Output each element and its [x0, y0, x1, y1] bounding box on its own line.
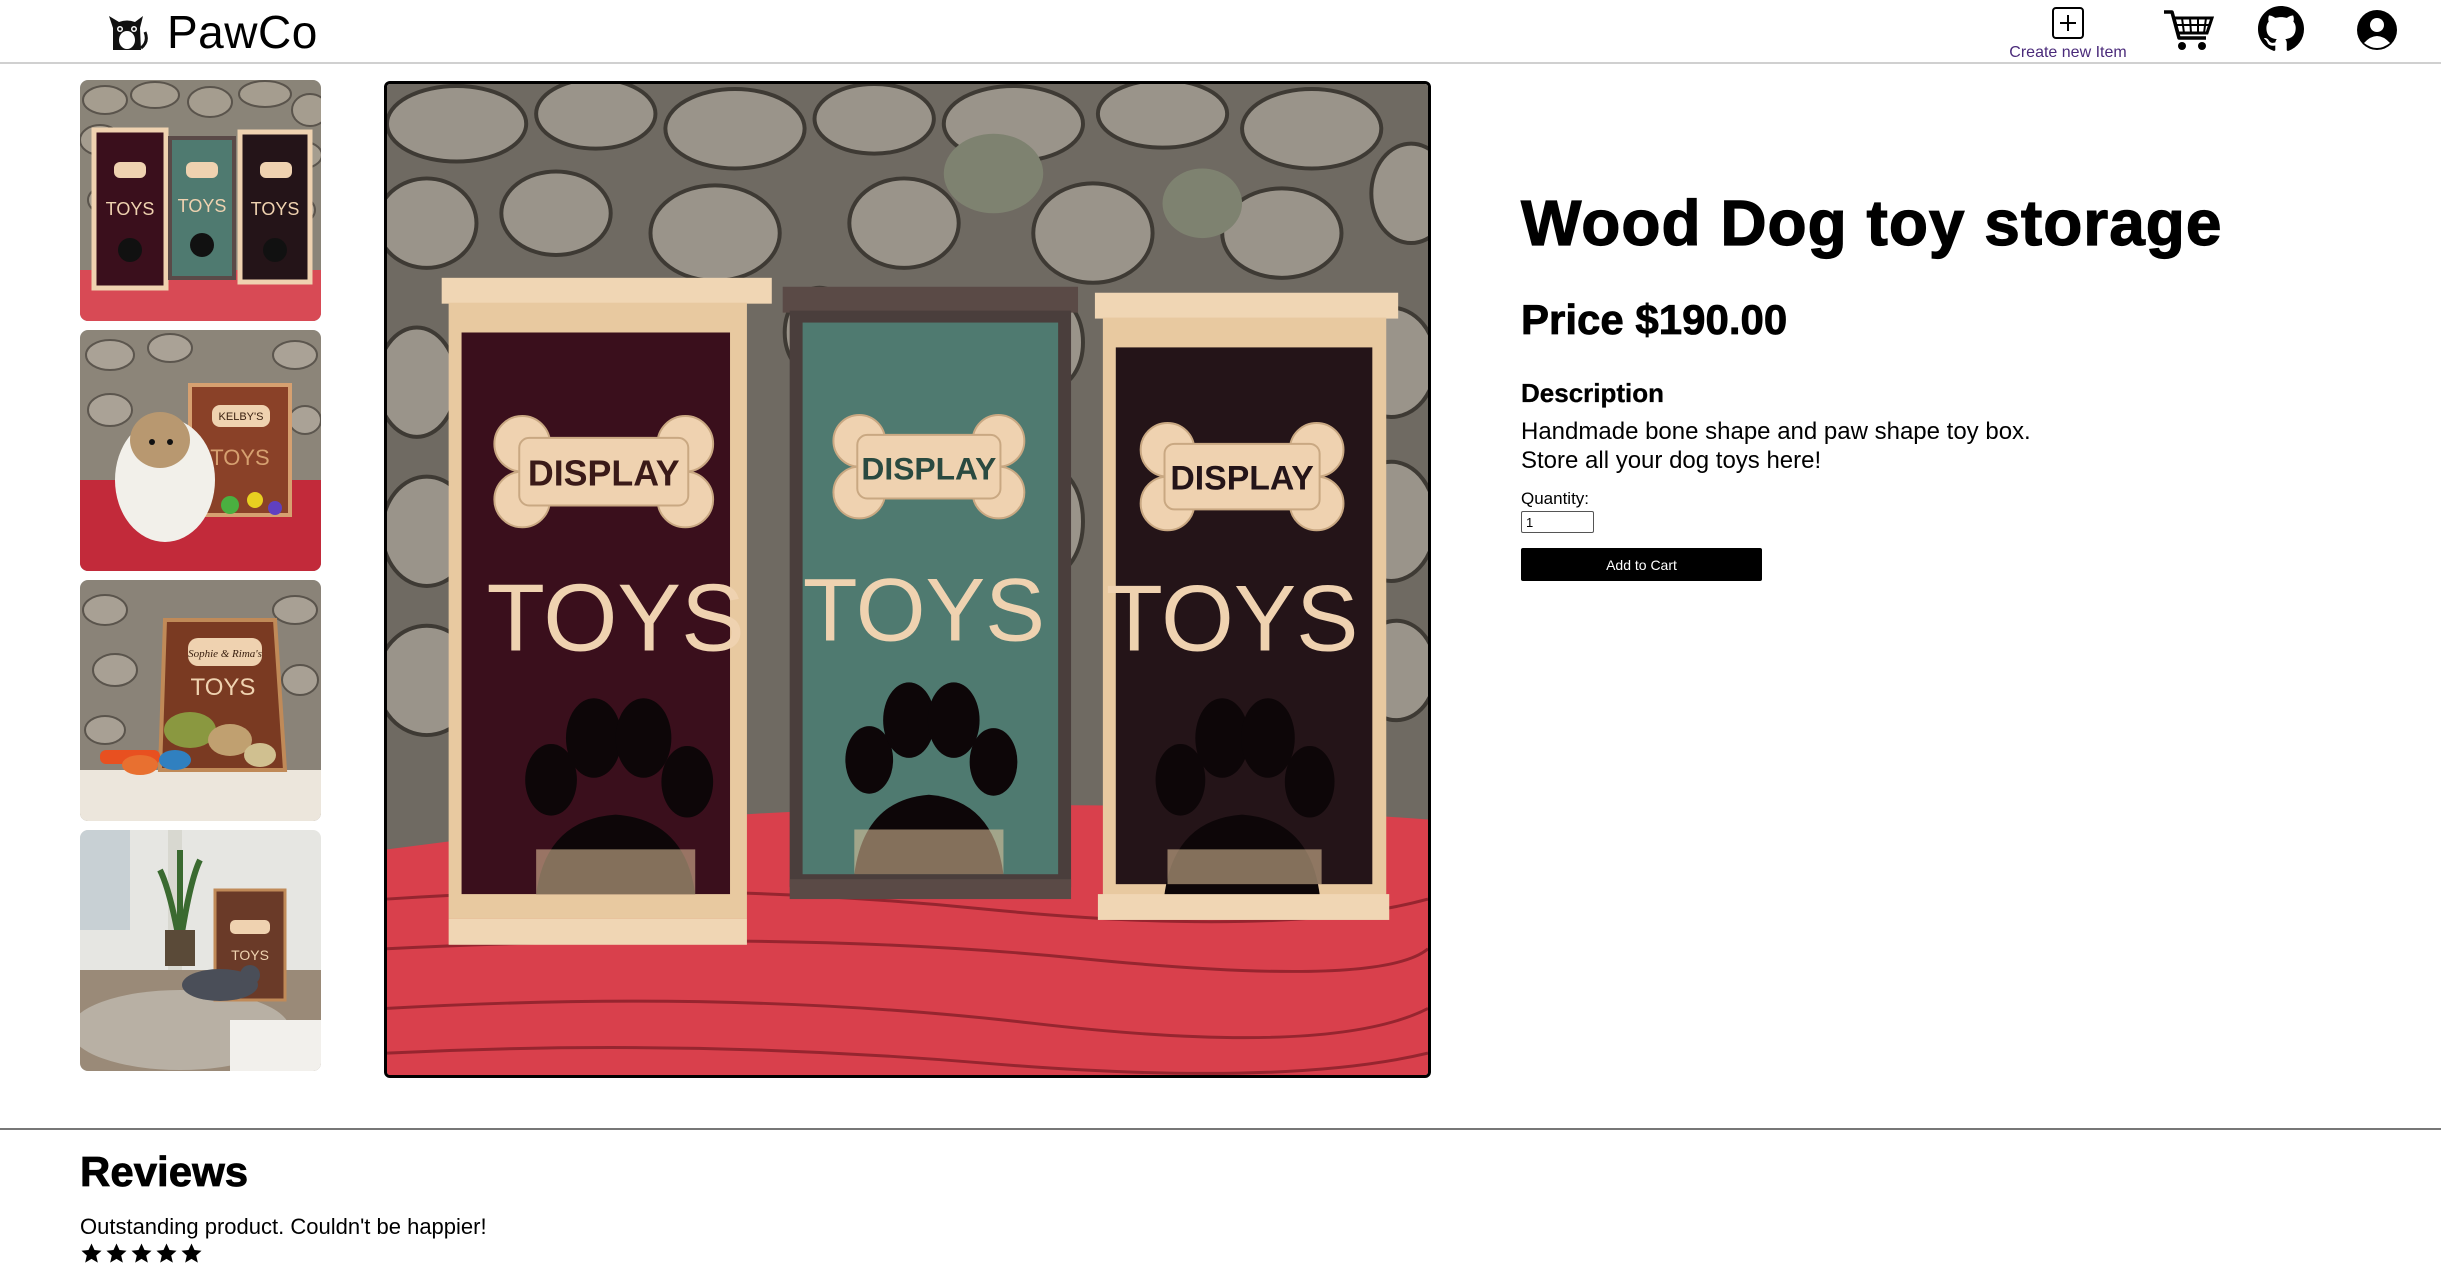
thumbnail-image: KELBY'S TOYS	[80, 330, 321, 571]
thumbnail-3[interactable]: Sophie & Rima's TOYS	[80, 580, 321, 821]
thumbnail-4[interactable]: TOYS	[80, 830, 321, 1071]
box-2-display-text: DISPLAY	[861, 451, 996, 487]
star-icon	[81, 1243, 102, 1263]
brand-link[interactable]: PawCo	[105, 6, 318, 58]
thumbnail-2[interactable]: KELBY'S TOYS	[80, 330, 321, 571]
account-icon[interactable]	[2356, 9, 2398, 51]
product-photo: DISPLAY DISPLAY DISPLAY TOYS TOYS TOYS	[387, 84, 1428, 1075]
description-heading: Description	[1521, 378, 1665, 408]
star-icon	[131, 1243, 152, 1263]
quantity-label: Quantity:	[1521, 489, 1590, 508]
review-rating	[80, 1242, 1280, 1265]
box-2-toys-text: TOYS	[803, 560, 1045, 660]
box-3-toys-text: TOYS	[1106, 566, 1359, 671]
svg-text:KELBY'S: KELBY'S	[219, 411, 264, 423]
main-product-image: DISPLAY DISPLAY DISPLAY TOYS TOYS TOYS	[384, 81, 1431, 1078]
star-icon	[106, 1243, 127, 1263]
thumbnail-image: TOYS TOYS TOYS	[80, 80, 321, 321]
svg-text:TOYS: TOYS	[231, 947, 269, 963]
create-item-button[interactable]: Create new Item	[2000, 6, 2136, 62]
svg-text:TOYS: TOYS	[191, 674, 256, 701]
star-icon	[156, 1243, 177, 1263]
product-info: Wood Dog toy storage Price $190.00 Descr…	[1520, 180, 2401, 581]
reviews-title: Reviews	[80, 1148, 249, 1196]
box-1-toys-text: TOYS	[487, 566, 745, 672]
thumbnail-3-name: Sophie & Rima's	[188, 648, 262, 660]
svg-text:TOYS: TOYS	[178, 196, 227, 216]
create-item-label: Create new Item	[2009, 44, 2127, 61]
brand-name: PawCo	[167, 6, 318, 58]
svg-text:TOYS: TOYS	[106, 199, 155, 219]
box-1-display-text: DISPLAY	[528, 454, 680, 494]
cart-icon[interactable]	[2162, 6, 2214, 52]
reviews-section: Reviews Outstanding product. Couldn't be…	[80, 1148, 1280, 1265]
product-description: Handmade bone shape and paw shape toy bo…	[1521, 418, 2031, 474]
cat-icon	[109, 16, 148, 50]
thumbnail-image: TOYS	[80, 830, 321, 1071]
quantity-input[interactable]	[1521, 511, 1594, 533]
thumbnail-1[interactable]: TOYS TOYS TOYS	[80, 80, 321, 321]
section-divider	[0, 1128, 2441, 1130]
review-text: Outstanding product. Couldn't be happier…	[80, 1214, 487, 1239]
top-nav: PawCo Create new Item	[0, 0, 2441, 64]
svg-text:TOYS: TOYS	[210, 445, 270, 470]
product-price: Price $190.00	[1521, 296, 1788, 344]
review-item: Outstanding product. Couldn't be happier…	[80, 1214, 1280, 1265]
add-to-cart-button[interactable]: Add to Cart	[1521, 548, 1762, 581]
star-icon	[181, 1243, 202, 1263]
plus-square-icon	[2052, 7, 2084, 39]
box-3-display-text: DISPLAY	[1170, 460, 1313, 498]
github-icon[interactable]	[2258, 6, 2304, 52]
thumbnail-image: Sophie & Rima's TOYS	[80, 580, 321, 821]
product-title: Wood Dog toy storage	[1520, 186, 2223, 259]
thumbnail-list: TOYS TOYS TOYS KELBY'S TOYS Sophie & Rim…	[80, 80, 321, 1080]
svg-text:TOYS: TOYS	[251, 199, 300, 219]
